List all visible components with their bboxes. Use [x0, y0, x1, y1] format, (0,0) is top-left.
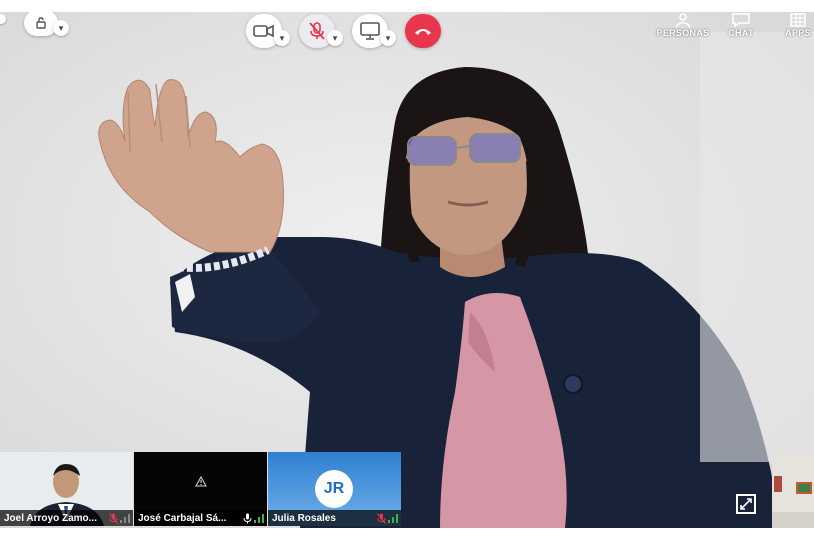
- people-icon: [675, 13, 691, 28]
- camera-options-dropdown[interactable]: ▾: [274, 30, 290, 46]
- fullscreen-button[interactable]: [736, 494, 756, 514]
- chevron-down-icon: ▾: [385, 32, 391, 43]
- participant-name-bar: Julia Rosales: [268, 510, 401, 526]
- apps-button[interactable]: APPS: [782, 12, 814, 38]
- participant-tile[interactable]: José Carbajal Sá...: [134, 452, 267, 526]
- hang-up-button[interactable]: [405, 14, 441, 48]
- signal-strength-icon: [120, 513, 130, 523]
- meeting-stage: ▾ ▾ ▾ ▾ PERSONAS CHAT APPS Joel Arroyo Z…: [0, 12, 814, 528]
- microphone-options-dropdown[interactable]: ▾: [327, 30, 343, 46]
- signal-strength-icon: [388, 513, 398, 523]
- signal-strength-icon: [254, 513, 264, 523]
- microphone-muted-icon: [377, 512, 386, 524]
- participant-name: José Carbajal Sá...: [138, 512, 227, 524]
- participant-strip: Joel Arroyo Zamo... José Carbajal Sá... …: [0, 452, 402, 528]
- chevron-down-icon: ▾: [58, 22, 64, 33]
- microphone-muted-icon: [109, 512, 118, 524]
- status-dot: [0, 14, 6, 24]
- screen-share-dropdown[interactable]: ▾: [380, 30, 396, 46]
- self-view-video: [772, 452, 814, 528]
- monitor-icon: [360, 22, 380, 40]
- participant-name: Julia Rosales: [272, 512, 336, 524]
- top-control-bar: ▾ ▾ ▾ ▾ PERSONAS CHAT APPS: [0, 12, 814, 52]
- chat-label: CHAT: [728, 28, 754, 38]
- people-button[interactable]: PERSONAS: [654, 12, 712, 38]
- lock-icon: [36, 17, 46, 29]
- warning-icon: [195, 476, 207, 487]
- chat-button[interactable]: CHAT: [722, 12, 760, 38]
- participant-name-bar: José Carbajal Sá...: [134, 510, 267, 526]
- participant-tile[interactable]: JR Julia Rosales: [268, 452, 401, 526]
- self-view-tile[interactable]: [772, 452, 814, 528]
- participant-name-bar: Joel Arroyo Zamo...: [0, 510, 133, 526]
- avatar: JR: [315, 470, 353, 508]
- video-camera-icon: [253, 24, 274, 38]
- microphone-icon: [243, 513, 252, 523]
- apps-label: APPS: [785, 28, 811, 38]
- expand-icon: [740, 498, 752, 510]
- connection-dropdown[interactable]: ▾: [53, 20, 69, 36]
- chevron-down-icon: ▾: [279, 32, 285, 43]
- chevron-down-icon: ▾: [332, 32, 338, 43]
- participant-name: Joel Arroyo Zamo...: [4, 512, 97, 524]
- participant-tile[interactable]: Joel Arroyo Zamo...: [0, 452, 133, 526]
- main-speaker-video: [0, 12, 814, 528]
- apps-grid-icon: [790, 13, 806, 27]
- microphone-muted-icon: [309, 22, 325, 40]
- people-label: PERSONAS: [656, 28, 710, 38]
- phone-hangup-icon: [415, 29, 431, 35]
- chat-icon: [732, 13, 750, 28]
